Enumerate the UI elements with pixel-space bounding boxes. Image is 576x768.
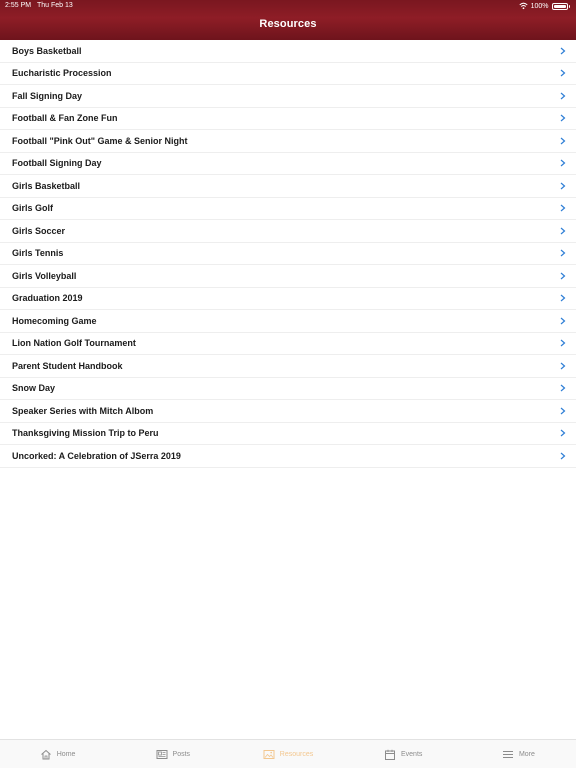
navigation-bar: 2:55 PM Thu Feb 13 100% Resources [0, 0, 576, 40]
list-item-label: Homecoming Game [12, 315, 97, 326]
battery-icon [551, 2, 568, 10]
list-item[interactable]: Football & Fan Zone Fun [0, 107, 576, 130]
list-item-label: Girls Golf [12, 203, 54, 214]
page-title: Resources [259, 18, 317, 30]
list-item-label: Boys Basketball [12, 45, 82, 56]
list-item[interactable]: Uncorked: A Celebration of JSerra 2019 [0, 445, 576, 468]
tab-label: Resources [279, 750, 314, 758]
list-item-label: Parent Student Handbook [12, 360, 123, 371]
chevron-right-icon [560, 452, 566, 460]
tab-home[interactable]: Home [0, 740, 115, 768]
list-item[interactable]: Football "Pink Out" Game & Senior Night [0, 130, 576, 153]
list-item[interactable]: Girls Volleyball [0, 265, 576, 288]
chevron-right-icon [560, 294, 566, 302]
status-time: 2:55 PM [5, 2, 32, 9]
status-date: Thu Feb 13 [37, 2, 73, 9]
list-item-label: Thanksgiving Mission Trip to Peru [12, 428, 159, 439]
list-item-label: Girls Basketball [12, 180, 81, 191]
tab-label: Home [56, 750, 76, 758]
tab-posts[interactable]: Posts [115, 740, 230, 768]
menu-icon [502, 750, 513, 758]
resources-icon [263, 749, 275, 759]
chevron-right-icon [560, 339, 566, 347]
list-item-label: Football & Fan Zone Fun [12, 113, 118, 124]
list-item-label: Eucharistic Procession [12, 68, 112, 79]
tab-bar: Home Posts Resources Events More [0, 739, 576, 768]
list-item-label: Football "Pink Out" Game & Senior Night [12, 135, 188, 146]
list-item-label: Girls Soccer [12, 225, 66, 236]
list-item[interactable]: Football Signing Day [0, 152, 576, 175]
chevron-right-icon [560, 407, 566, 415]
tab-more[interactable]: More [461, 740, 576, 768]
chevron-right-icon [560, 249, 566, 257]
list-item[interactable]: Parent Student Handbook [0, 355, 576, 378]
list-item-label: Speaker Series with Mitch Albom [12, 405, 154, 416]
wifi-icon [519, 2, 528, 10]
battery-percent: 100% [530, 2, 549, 10]
chevron-right-icon [560, 429, 566, 437]
list-item[interactable]: Thanksgiving Mission Trip to Peru [0, 422, 576, 445]
posts-icon [156, 749, 168, 759]
list-item-label: Snow Day [12, 383, 56, 394]
home-icon [40, 749, 51, 759]
chevron-right-icon [560, 137, 566, 145]
list-item-label: Girls Volleyball [12, 270, 77, 281]
tab-resources[interactable]: Resources [230, 740, 345, 768]
list-item[interactable]: Boys Basketball [0, 40, 576, 63]
calendar-icon [385, 749, 395, 760]
chevron-right-icon [560, 227, 566, 235]
list-item[interactable]: Homecoming Game [0, 310, 576, 333]
chevron-right-icon [560, 47, 566, 55]
chevron-right-icon [560, 204, 566, 212]
chevron-right-icon [560, 92, 566, 100]
chevron-right-icon [560, 272, 566, 280]
list-item[interactable]: Lion Nation Golf Tournament [0, 332, 576, 355]
resources-list: Boys Basketball Eucharistic Procession F… [0, 40, 576, 468]
list-item[interactable]: Eucharistic Procession [0, 62, 576, 85]
list-item[interactable]: Fall Signing Day [0, 85, 576, 108]
list-item[interactable]: Girls Golf [0, 197, 576, 220]
list-item-label: Girls Tennis [12, 248, 64, 259]
list-item-label: Uncorked: A Celebration of JSerra 2019 [12, 450, 181, 461]
chevron-right-icon [560, 69, 566, 77]
battery-tip [568, 4, 570, 8]
tab-label: Events [401, 750, 423, 758]
tab-label: More [518, 750, 535, 758]
list-item[interactable]: Snow Day [0, 377, 576, 400]
list-item[interactable]: Girls Tennis [0, 242, 576, 265]
list-item-label: Football Signing Day [12, 158, 102, 169]
list-item[interactable]: Girls Soccer [0, 220, 576, 243]
list-item-label: Lion Nation Golf Tournament [12, 338, 136, 349]
list-item[interactable]: Graduation 2019 [0, 287, 576, 310]
chevron-right-icon [560, 384, 566, 392]
chevron-right-icon [560, 182, 566, 190]
chevron-right-icon [560, 317, 566, 325]
list-item[interactable]: Girls Basketball [0, 175, 576, 198]
list-item-label: Graduation 2019 [12, 293, 83, 304]
list-item[interactable]: Speaker Series with Mitch Albom [0, 400, 576, 423]
tab-events[interactable]: Events [346, 740, 461, 768]
chevron-right-icon [560, 114, 566, 122]
list-item-label: Fall Signing Day [12, 90, 83, 101]
tab-label: Posts [172, 750, 191, 758]
chevron-right-icon [560, 362, 566, 370]
status-indicators: 100% [519, 1, 570, 11]
chevron-right-icon [560, 159, 566, 167]
